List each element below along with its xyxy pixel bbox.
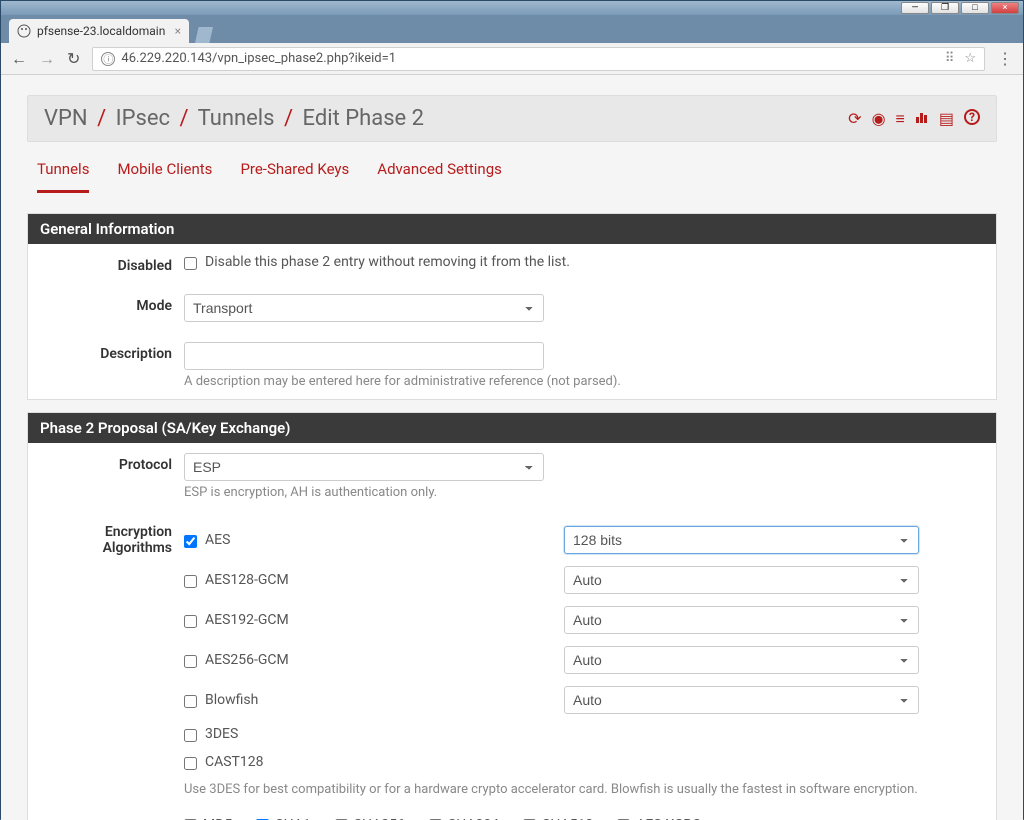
tab-close-icon[interactable]: × bbox=[175, 24, 181, 38]
bars-icon[interactable] bbox=[915, 109, 929, 129]
panel-phase2: Phase 2 Proposal (SA/Key Exchange) Proto… bbox=[27, 412, 997, 820]
page-header: VPN / IPsec / Tunnels / Edit Phase 2 ⟳ ◉… bbox=[27, 95, 997, 142]
enc-algo-row: 3DES bbox=[184, 720, 980, 748]
enc-algo-row: AES192-GCM Auto bbox=[184, 600, 980, 640]
breadcrumb-item[interactable]: Tunnels bbox=[198, 106, 275, 131]
enc-algo-label: 3DES bbox=[205, 726, 238, 742]
tab-tunnels[interactable]: Tunnels bbox=[37, 160, 89, 193]
description-help: A description may be entered here for ad… bbox=[184, 374, 980, 389]
panel-title: Phase 2 Proposal (SA/Key Exchange) bbox=[28, 413, 996, 443]
enc-algo-checkbox[interactable] bbox=[184, 729, 197, 742]
label-mode: Mode bbox=[44, 294, 184, 322]
tab-advanced-settings[interactable]: Advanced Settings bbox=[377, 160, 502, 193]
address-bar: ← → ↻ ⓘ 46.229.220.143/vpn_ipsec_phase2.… bbox=[1, 43, 1023, 75]
tab-mobile-clients[interactable]: Mobile Clients bbox=[117, 160, 212, 193]
bookmark-star-icon[interactable]: ☆ bbox=[964, 51, 976, 66]
reload-button[interactable]: ↻ bbox=[67, 49, 80, 68]
breadcrumb-item[interactable]: IPsec bbox=[116, 106, 170, 131]
protocol-help: ESP is encryption, AH is authentication … bbox=[184, 485, 980, 500]
enc-keysize-select[interactable]: Auto bbox=[564, 566, 919, 594]
browser-tab-bar: pfsense-23.localdomain × bbox=[1, 15, 1023, 43]
enc-algo-label: AES bbox=[205, 532, 230, 548]
panel-general: General Information Disabled Disable thi… bbox=[27, 213, 997, 400]
mode-select[interactable]: Transport bbox=[184, 294, 544, 322]
breadcrumb-item[interactable]: VPN bbox=[44, 106, 88, 131]
disabled-checkbox[interactable] bbox=[184, 257, 197, 270]
tab-title: pfsense-23.localdomain bbox=[37, 24, 165, 38]
sliders-icon[interactable]: ≡ bbox=[896, 109, 905, 129]
enc-help: Use 3DES for best compatibility or for a… bbox=[184, 782, 980, 797]
enc-algo-checkbox[interactable] bbox=[184, 695, 197, 708]
refresh-icon[interactable]: ⟳ bbox=[848, 109, 861, 129]
label-description: Description bbox=[44, 342, 184, 389]
enc-algo-label: Blowfish bbox=[205, 692, 258, 708]
enc-algo-row: Blowfish Auto bbox=[184, 680, 980, 720]
enc-algo-label: CAST128 bbox=[205, 754, 264, 770]
maximize-button[interactable]: ❐ bbox=[931, 2, 959, 14]
minimize-button[interactable]: — bbox=[901, 2, 929, 14]
label-protocol: Protocol bbox=[44, 453, 184, 500]
browser-tab[interactable]: pfsense-23.localdomain × bbox=[9, 19, 189, 43]
enc-algo-row: AES256-GCM Auto bbox=[184, 640, 980, 680]
url-text: 46.229.220.143/vpn_ipsec_phase2.php?ikei… bbox=[121, 51, 396, 66]
site-info-icon[interactable]: ⓘ bbox=[101, 52, 115, 66]
close-button[interactable]: × bbox=[991, 2, 1019, 14]
enc-algo-row: AES 128 bits bbox=[184, 520, 980, 560]
target-icon[interactable]: ◉ bbox=[872, 109, 886, 129]
breadcrumb-item: Edit Phase 2 bbox=[303, 106, 425, 131]
breadcrumb: VPN / IPsec / Tunnels / Edit Phase 2 bbox=[44, 106, 424, 131]
page-content: VPN / IPsec / Tunnels / Edit Phase 2 ⟳ ◉… bbox=[1, 75, 1023, 820]
enc-algo-label: AES192-GCM bbox=[205, 612, 289, 628]
window-titlebar: — ❐ □ × bbox=[1, 1, 1023, 15]
list-icon[interactable]: ▤ bbox=[939, 109, 954, 129]
enc-algo-checkbox[interactable] bbox=[184, 757, 197, 770]
enc-keysize-select[interactable]: Auto bbox=[564, 606, 919, 634]
url-input[interactable]: ⓘ 46.229.220.143/vpn_ipsec_phase2.php?ik… bbox=[92, 47, 985, 71]
description-input[interactable] bbox=[184, 342, 544, 370]
help-icon[interactable]: ? bbox=[964, 109, 980, 125]
label-enc-algos: Encryption Algorithms bbox=[44, 520, 184, 797]
forward-button: → bbox=[39, 49, 55, 69]
panel-title: General Information bbox=[28, 214, 996, 244]
enc-algo-checkbox[interactable] bbox=[184, 575, 197, 588]
enc-keysize-select[interactable]: 128 bits bbox=[564, 526, 919, 554]
browser-menu-button[interactable]: ⋮ bbox=[997, 49, 1013, 68]
disabled-text: Disable this phase 2 entry without remov… bbox=[205, 254, 570, 270]
new-tab-button[interactable] bbox=[195, 27, 213, 43]
enc-algo-row: AES128-GCM Auto bbox=[184, 560, 980, 600]
label-disabled: Disabled bbox=[44, 254, 184, 274]
translate-icon[interactable]: ⠿ bbox=[945, 51, 955, 66]
enc-algo-row: CAST128 bbox=[184, 748, 980, 776]
enc-algo-label: AES128-GCM bbox=[205, 572, 289, 588]
restore-button[interactable]: □ bbox=[961, 2, 989, 14]
enc-algo-label: AES256-GCM bbox=[205, 652, 289, 668]
enc-algo-checkbox[interactable] bbox=[184, 655, 197, 668]
tabs-nav: Tunnels Mobile Clients Pre-Shared Keys A… bbox=[27, 142, 997, 193]
protocol-select[interactable]: ESP bbox=[184, 453, 544, 481]
enc-keysize-select[interactable]: Auto bbox=[564, 646, 919, 674]
enc-algo-checkbox[interactable] bbox=[184, 615, 197, 628]
favicon-icon bbox=[17, 24, 31, 38]
tab-pre-shared-keys[interactable]: Pre-Shared Keys bbox=[240, 160, 349, 193]
header-action-icons: ⟳ ◉ ≡ ▤ ? bbox=[848, 109, 980, 129]
window-frame: — ❐ □ × pfsense-23.localdomain × ← → ↻ ⓘ… bbox=[0, 0, 1024, 819]
back-button[interactable]: ← bbox=[11, 49, 27, 69]
enc-keysize-select[interactable]: Auto bbox=[564, 686, 919, 714]
enc-algo-checkbox[interactable] bbox=[184, 535, 197, 548]
